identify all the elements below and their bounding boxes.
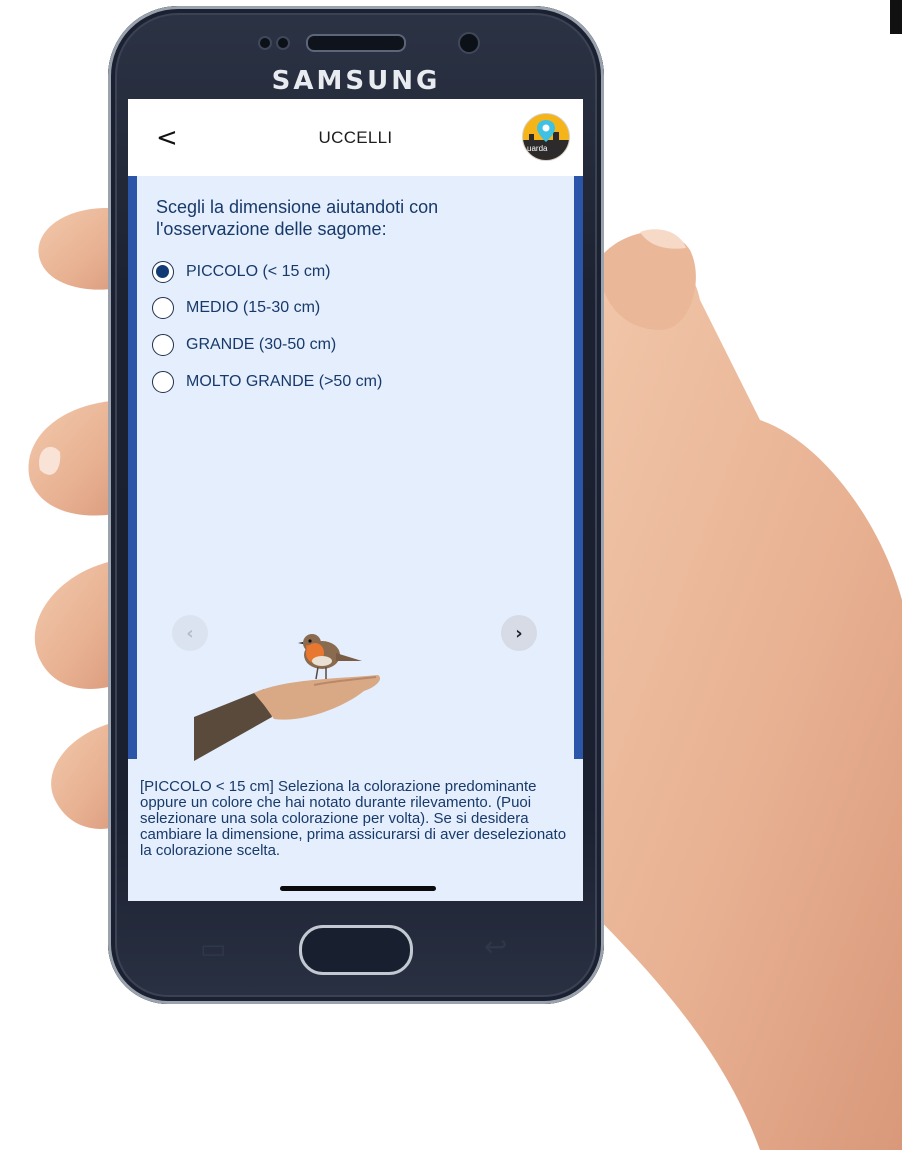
size-option-medio[interactable]: MEDIO (15-30 cm) xyxy=(152,295,320,321)
size-question: Scegli la dimensione aiutandoti con l'os… xyxy=(156,197,439,239)
accent-bar-left xyxy=(128,176,137,759)
recent-apps-icon[interactable]: ▭ xyxy=(200,932,226,965)
carousel-next-button[interactable]: › xyxy=(501,615,537,651)
option-label: MEDIO (15-30 cm) xyxy=(186,299,321,316)
logo-text: uarda xyxy=(527,144,548,153)
front-sensor xyxy=(276,36,290,50)
brand-logo: SAMSUNG xyxy=(271,66,441,96)
chevron-left-icon: ‹ xyxy=(186,622,194,644)
size-option-molto-grande[interactable]: MOLTO GRANDE (>50 cm) xyxy=(152,369,382,395)
front-camera xyxy=(458,32,480,54)
app-logo[interactable]: uarda xyxy=(522,113,570,161)
page-title: UCCELLI xyxy=(318,128,393,147)
robin-on-hand-image xyxy=(194,634,381,761)
size-option-grande[interactable]: GRANDE (30-50 cm) xyxy=(152,332,336,358)
earpiece-speaker xyxy=(306,34,406,52)
radio-unchecked-icon[interactable] xyxy=(152,297,174,319)
radio-checked-icon[interactable] xyxy=(152,261,174,283)
front-sensor xyxy=(258,36,272,50)
option-label: PICCOLO (< 15 cm) xyxy=(186,263,331,280)
size-option-piccolo[interactable]: PICCOLO (< 15 cm) xyxy=(152,259,330,285)
description-text: [PICCOLO < 15 cm] Seleziona la colorazio… xyxy=(140,778,567,859)
radio-unchecked-icon[interactable] xyxy=(152,334,174,356)
home-button[interactable] xyxy=(299,925,413,975)
accent-bar-right xyxy=(574,176,583,759)
app-header: < UCCELLI uarda xyxy=(128,99,583,176)
option-label: MOLTO GRANDE (>50 cm) xyxy=(186,373,383,390)
app-screen: < UCCELLI uarda Scegli la dimensione aiu… xyxy=(128,99,583,901)
option-label: GRANDE (30-50 cm) xyxy=(186,336,337,353)
back-key-icon[interactable]: ↩ xyxy=(484,930,507,963)
radio-unchecked-icon[interactable] xyxy=(152,371,174,393)
home-indicator[interactable] xyxy=(280,886,436,891)
chevron-right-icon: › xyxy=(515,622,523,644)
pin-skyline-icon xyxy=(523,120,569,160)
